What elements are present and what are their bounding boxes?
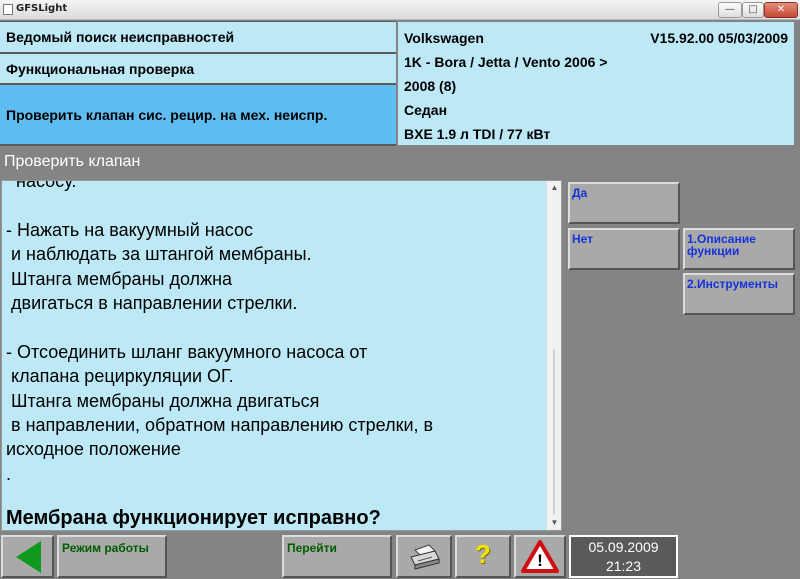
close-button[interactable]: ✕ [764,2,798,18]
operating-mode-button[interactable]: Режим работы [57,535,167,578]
current-date: 05.09.2009 [588,539,659,555]
tools-button[interactable]: 2.Инструменты [683,273,795,315]
no-button[interactable]: Нет [568,228,680,270]
header-guided-fault-finding: Ведомый поиск неисправностей [0,22,396,53]
warning-mark: ! [537,551,543,570]
date-time-display: 05.09.2009 21:23 [569,535,678,578]
vehicle-engine: BXE 1.9 л TDI / 77 кВт [404,126,551,142]
minimize-button[interactable]: — [718,2,742,18]
question-text: Мембрана функционирует исправно? [6,507,381,529]
section-title: Проверить клапан [0,150,800,177]
vehicle-model: 1K - Bora / Jetta / Vento 2006 > [404,54,608,70]
maximize-button[interactable]: □ [742,2,764,18]
vehicle-info-panel: Volkswagen V15.92.00 05/03/2009 1K - Bor… [398,22,794,145]
software-version: V15.92.00 05/03/2009 [650,30,788,46]
current-time: 21:23 [605,558,642,574]
header-function-test: Функциональная проверка [0,54,396,84]
print-button[interactable] [396,535,452,578]
question-mark-icon: ? [475,539,491,569]
scrollbar-thumb[interactable] [553,349,555,514]
scroll-down-arrow-icon[interactable]: ▼ [547,516,562,529]
yes-button[interactable]: Да [568,182,680,224]
vehicle-model-year: 2008 (8) [404,78,457,94]
app-icon [3,4,13,15]
scroll-up-arrow-icon[interactable]: ▲ [547,181,562,194]
back-arrow-icon [16,541,41,573]
header-current-step: Проверить клапан сис. рецир. на мех. неи… [0,85,396,145]
vehicle-body: Седан [404,102,448,118]
goto-button[interactable]: Перейти [282,535,392,578]
help-button[interactable]: ? [455,535,511,578]
back-button[interactable] [1,535,54,578]
printer-icon [410,544,440,570]
warning-button[interactable]: ! [514,535,566,578]
function-description-button[interactable]: 1.Описание функции [683,228,795,270]
instruction-text: насосу. - Нажать на вакуумный насос и на… [6,180,434,484]
window-titlebar: GFSLight — □ ✕ [0,0,800,20]
vertical-scrollbar[interactable]: ▲ ▼ [546,181,561,530]
vehicle-brand: Volkswagen [404,30,484,46]
instruction-text-area[interactable]: насосу. - Нажать на вакуумный насос и на… [1,180,562,531]
window-title: GFSLight [16,3,68,14]
